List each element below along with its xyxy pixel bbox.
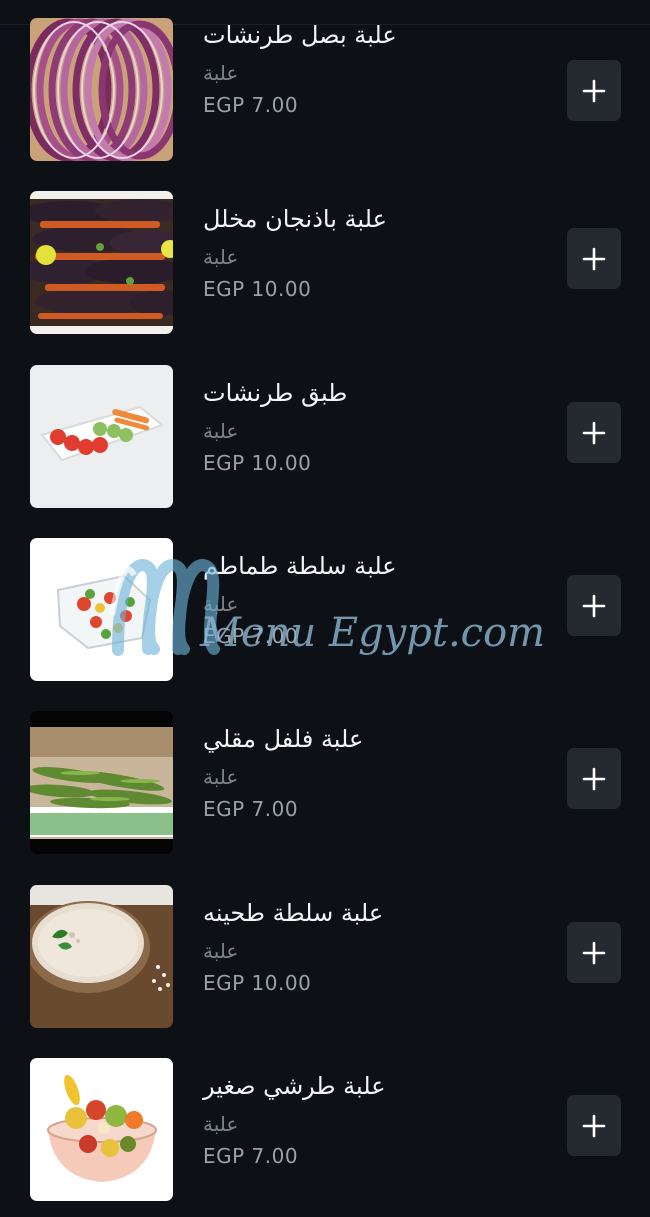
item-title: علبة سلطة طماطم [203, 552, 397, 580]
list-item[interactable]: علبة فلفل مقلي علبة EGP 7.00 [0, 711, 650, 856]
item-unit: علبة [203, 419, 239, 443]
item-unit: علبة [203, 592, 239, 616]
item-price: EGP 10.00 [203, 451, 312, 475]
item-image-tahini [30, 885, 173, 1028]
item-title: علبة باذنجان مخلل [203, 205, 387, 233]
item-title: طبق طرنشات [203, 379, 348, 407]
item-title: علبة بصل طرنشات [203, 21, 397, 49]
item-price: EGP 7.00 [203, 624, 299, 648]
item-unit: علبة [203, 245, 239, 269]
add-button[interactable] [567, 1095, 621, 1156]
list-item[interactable]: علبة باذنجان مخلل علبة EGP 10.00 [0, 191, 650, 336]
add-button[interactable] [567, 922, 621, 983]
plus-icon [582, 421, 606, 444]
list-item[interactable]: علبة سلطة طماطم علبة EGP 7.00 [0, 538, 650, 683]
item-unit: علبة [203, 765, 239, 789]
plus-icon [582, 247, 606, 270]
list-item[interactable]: علبة بصل طرنشات علبة EGP 7.00 [0, 0, 650, 161]
item-image-pickles [30, 1058, 173, 1201]
item-price: EGP 7.00 [203, 93, 299, 117]
add-button[interactable] [567, 748, 621, 809]
item-title: علبة طرشي صغير [203, 1072, 386, 1100]
item-title: علبة فلفل مقلي [203, 725, 364, 753]
item-image-red-onion [30, 18, 173, 161]
item-unit: علبة [203, 61, 239, 85]
add-button[interactable] [567, 402, 621, 463]
plus-icon [582, 79, 606, 102]
plus-icon [582, 767, 606, 790]
add-button[interactable] [567, 575, 621, 636]
list-item[interactable]: علبة طرشي صغير علبة EGP 7.00 [0, 1058, 650, 1203]
item-image-fried-peppers [30, 711, 173, 854]
plus-icon [582, 594, 606, 617]
list-item[interactable]: علبة سلطة طحينه علبة EGP 10.00 [0, 885, 650, 1030]
item-image-pickled-eggplant [30, 191, 173, 334]
item-price: EGP 7.00 [203, 797, 299, 821]
item-title: علبة سلطة طحينه [203, 899, 384, 927]
item-unit: علبة [203, 1112, 239, 1136]
item-price: EGP 10.00 [203, 971, 312, 995]
plus-icon [582, 941, 606, 964]
item-unit: علبة [203, 939, 239, 963]
item-price: EGP 10.00 [203, 277, 312, 301]
add-button[interactable] [567, 60, 621, 121]
add-button[interactable] [567, 228, 621, 289]
item-price: EGP 7.00 [203, 1144, 299, 1168]
plus-icon [582, 1114, 606, 1137]
item-image-tomato-salad [30, 538, 173, 681]
item-image-salad-plate [30, 365, 173, 508]
list-item[interactable]: طبق طرنشات علبة EGP 10.00 [0, 365, 650, 510]
